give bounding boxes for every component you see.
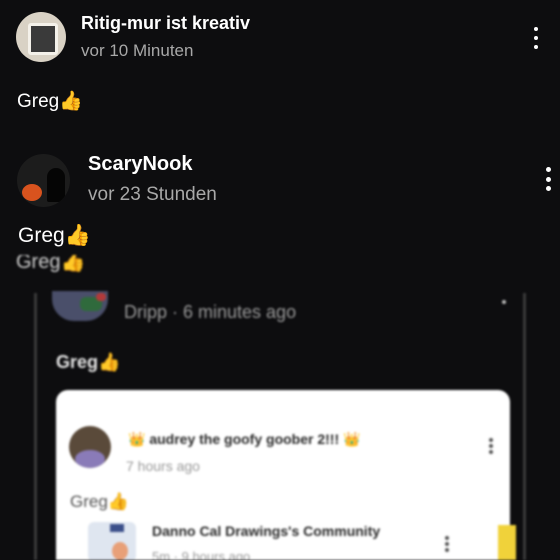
avatar[interactable]	[17, 154, 70, 207]
card-avatar	[69, 426, 111, 468]
more-options-icon[interactable]	[532, 27, 540, 49]
ghost-figure	[47, 168, 65, 202]
comment-text: Greg👍	[17, 90, 83, 112]
crown-icon: 👑	[343, 431, 361, 447]
cut-off-text: Greg👍	[16, 255, 86, 273]
card-author: 👑 audrey the goofy goober 2!!! 👑	[128, 431, 361, 447]
card-more-options-icon	[488, 438, 494, 454]
thumbs-up-icon: 👍	[59, 90, 83, 112]
author-name[interactable]: Ritig-mur ist kreativ	[81, 13, 250, 34]
embedded-screenshot-image[interactable]: Greg👍 Dripp · 6 minutes ago Greg👍 👑 audr…	[0, 255, 560, 560]
post-meta: Dripp · 6 minutes ago	[124, 302, 297, 322]
community-more-options-icon	[444, 536, 450, 552]
comment-1: Ritig-mur ist kreativ vor 10 Minuten Gre…	[0, 0, 560, 130]
more-options-icon[interactable]	[544, 167, 552, 191]
decorative-corner	[498, 525, 516, 560]
timestamp: vor 23 Stunden	[88, 184, 217, 205]
dot-icon	[502, 300, 506, 304]
thread-line	[34, 293, 37, 560]
comment-2: ScaryNook vor 23 Stunden Greg👍	[0, 145, 560, 255]
post-text: Greg👍	[56, 352, 121, 373]
post-avatar	[52, 291, 108, 321]
quoted-card: 👑 audrey the goofy goober 2!!! 👑 7 hours…	[56, 390, 510, 560]
card-text: Greg👍	[70, 492, 129, 512]
avatar[interactable]	[16, 12, 66, 62]
crown-icon: 👑	[128, 431, 146, 447]
thumbs-up-icon: 👍	[64, 223, 91, 247]
author-name[interactable]: ScaryNook	[88, 153, 193, 176]
avatar-photo-frame	[28, 23, 58, 55]
thread-line	[523, 293, 526, 560]
community-avatar	[88, 522, 136, 560]
card-time: 7 hours ago	[126, 458, 200, 474]
community-name: Danno Cal Drawings's Community	[152, 523, 381, 539]
community-time: 5m · 9 hours ago	[152, 549, 251, 560]
pumpkin-icon	[22, 184, 42, 201]
timestamp: vor 10 Minuten	[81, 41, 194, 60]
comment-text: Greg👍	[18, 223, 91, 247]
